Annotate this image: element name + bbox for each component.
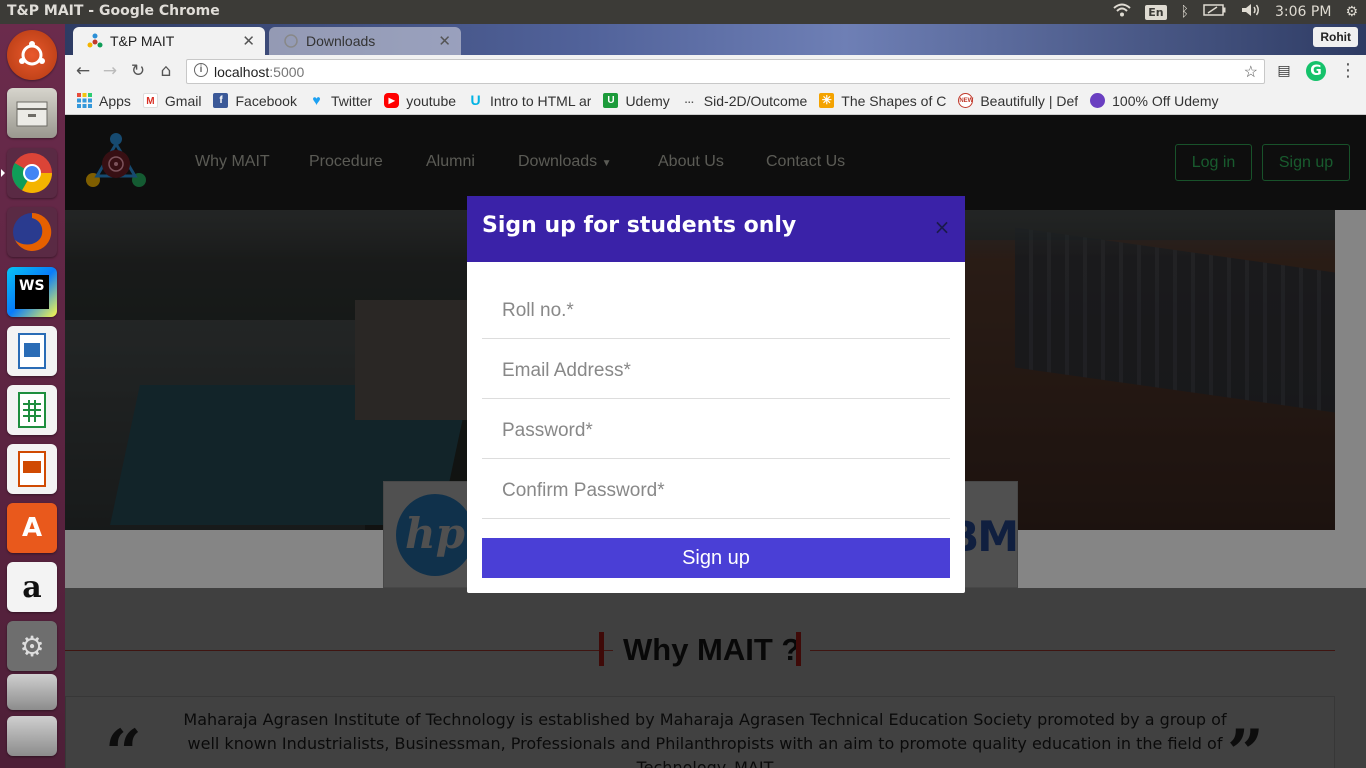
site-info-icon[interactable]: i xyxy=(194,63,208,77)
libreoffice-writer-icon[interactable] xyxy=(7,326,57,376)
tab-tp-mait[interactable]: T&P MAIT ✕ xyxy=(73,27,265,55)
home-icon[interactable]: ⌂ xyxy=(155,60,177,82)
system-indicators: En ᛒ 3:06 PM ⚙ xyxy=(1113,0,1358,24)
bookmark-udemy-off[interactable]: 100% Off Udemy xyxy=(1090,92,1219,109)
tab-title: Downloads xyxy=(306,33,376,49)
window-title: T&P MAIT - Google Chrome xyxy=(7,3,220,19)
facebook-icon: f xyxy=(213,93,229,108)
tab-close-icon[interactable]: ✕ xyxy=(242,32,255,50)
confirm-password-placeholder: Confirm Password* xyxy=(502,480,665,501)
clock[interactable]: 3:06 PM xyxy=(1275,4,1331,20)
system-settings-icon[interactable]: ⚙ xyxy=(7,621,57,671)
email-placeholder: Email Address* xyxy=(502,360,631,381)
chrome-toolbar: ← → ↻ ⌂ i localhost:5000 ☆ ▤ G ⋮ xyxy=(65,55,1366,87)
udemy-icon: U xyxy=(603,93,619,108)
bookmark-label: 100% Off Udemy xyxy=(1112,92,1219,109)
drive-icon[interactable] xyxy=(7,674,57,710)
new-icon: NEW xyxy=(958,93,974,108)
ubuntu-dash-icon[interactable] xyxy=(7,30,57,80)
signup-modal: Sign up for students only × Roll no.* Em… xyxy=(467,196,965,593)
bookmark-sid-2d[interactable]: … Sid-2D/Outcome xyxy=(682,93,807,109)
gmail-icon: M xyxy=(142,93,158,108)
libreoffice-impress-icon[interactable] xyxy=(7,444,57,494)
bookmark-gmail[interactable]: M Gmail xyxy=(142,92,202,109)
password-field[interactable]: Password* xyxy=(482,399,950,459)
unity-launcher: WS A a ⚙ xyxy=(0,24,65,768)
battery-icon[interactable] xyxy=(1203,4,1227,20)
shapes-icon: ✳ xyxy=(819,93,835,108)
roll-number-field[interactable]: Roll no.* xyxy=(482,279,950,339)
libreoffice-calc-icon[interactable] xyxy=(7,385,57,435)
webstorm-icon[interactable]: WS xyxy=(7,267,57,317)
top-panel: T&P MAIT - Google Chrome En ᛒ 3:06 PM ⚙ xyxy=(0,0,1366,24)
bookmark-label: youtube xyxy=(406,92,457,109)
software-center-icon[interactable]: A xyxy=(7,503,57,553)
udemy-off-icon xyxy=(1090,93,1106,108)
bookmark-label: Udemy xyxy=(625,92,670,109)
volume-icon[interactable] xyxy=(1241,3,1261,21)
forward-arrow-icon[interactable]: → xyxy=(99,60,121,82)
url-text: localhost:5000 xyxy=(214,64,305,80)
udacity-icon: U xyxy=(470,92,481,108)
modal-header: Sign up for students only × xyxy=(467,196,965,262)
youtube-icon: ▶ xyxy=(384,93,400,108)
address-bar[interactable]: i localhost:5000 ☆ xyxy=(186,59,1265,84)
bookmark-label: Beautifully | Def xyxy=(980,92,1079,109)
bookmark-label: Sid-2D/Outcome xyxy=(703,92,808,109)
downloads-favicon-icon xyxy=(283,33,299,49)
bookmarks-bar: Apps M Gmail f Facebook ♥ Twitter ▶ yout… xyxy=(65,87,1366,115)
bookmark-beautifully[interactable]: NEW Beautifully | Def xyxy=(958,93,1078,109)
bookmark-label: Gmail xyxy=(164,92,202,109)
signup-submit-button[interactable]: Sign up xyxy=(482,538,950,578)
bookmark-label: Twitter xyxy=(330,92,373,109)
github-icon: … xyxy=(684,95,695,106)
bookmark-star-icon[interactable]: ☆ xyxy=(1244,62,1258,82)
bookmark-label: Intro to HTML ar xyxy=(490,92,592,109)
chrome-menu-icon[interactable]: ⋮ xyxy=(1338,61,1358,81)
bookmark-label: Apps xyxy=(99,92,131,109)
bookmark-facebook[interactable]: f Facebook xyxy=(213,92,297,109)
chrome-running-indicator xyxy=(1,169,5,177)
bookmark-udemy[interactable]: U Udemy xyxy=(603,92,670,109)
bookmark-twitter[interactable]: ♥ Twitter xyxy=(309,93,372,109)
wifi-icon[interactable] xyxy=(1113,3,1131,21)
tab-title: T&P MAIT xyxy=(110,33,175,49)
chrome-tab-bar: T&P MAIT ✕ Downloads ✕ Rohit xyxy=(65,24,1366,55)
reload-icon[interactable]: ↻ xyxy=(127,60,149,82)
modal-close-icon[interactable]: × xyxy=(933,217,951,237)
bluetooth-icon[interactable]: ᛒ xyxy=(1181,4,1189,20)
firefox-icon[interactable] xyxy=(7,207,57,257)
web-page: Why MAIT Procedure Alumni Downloads ▼ Ab… xyxy=(65,115,1366,768)
bookmark-shapes[interactable]: ✳ The Shapes of C xyxy=(819,93,946,109)
chrome-icon[interactable] xyxy=(7,148,57,198)
password-placeholder: Password* xyxy=(502,420,593,441)
cast-extension-icon[interactable]: ▤ xyxy=(1274,61,1294,81)
file-manager-icon[interactable] xyxy=(7,88,57,138)
tab-close-icon[interactable]: ✕ xyxy=(438,32,451,50)
grammarly-icon[interactable]: G xyxy=(1306,61,1326,81)
tab-downloads[interactable]: Downloads ✕ xyxy=(269,27,461,55)
keyboard-layout-indicator[interactable]: En xyxy=(1145,4,1167,20)
settings-gear-icon[interactable]: ⚙ xyxy=(1345,4,1358,20)
bookmark-youtube[interactable]: ▶ youtube xyxy=(384,93,456,109)
email-field[interactable]: Email Address* xyxy=(482,339,950,399)
bookmark-apps[interactable]: Apps xyxy=(77,93,131,109)
bookmark-intro-html[interactable]: U Intro to HTML ar xyxy=(468,93,591,109)
back-arrow-icon[interactable]: ← xyxy=(72,60,94,82)
bookmark-label: Facebook xyxy=(235,92,297,109)
twitter-icon: ♥ xyxy=(312,92,321,108)
roll-number-placeholder: Roll no.* xyxy=(502,300,574,321)
amazon-icon[interactable]: a xyxy=(7,562,57,612)
profile-button[interactable]: Rohit xyxy=(1313,27,1358,47)
modal-title: Sign up for students only xyxy=(482,213,797,238)
bookmark-label: The Shapes of C xyxy=(841,92,947,109)
apps-grid-icon xyxy=(77,93,92,108)
drive-icon-2[interactable] xyxy=(7,716,57,756)
mait-favicon-icon xyxy=(87,33,103,49)
confirm-password-field[interactable]: Confirm Password* xyxy=(482,459,950,519)
